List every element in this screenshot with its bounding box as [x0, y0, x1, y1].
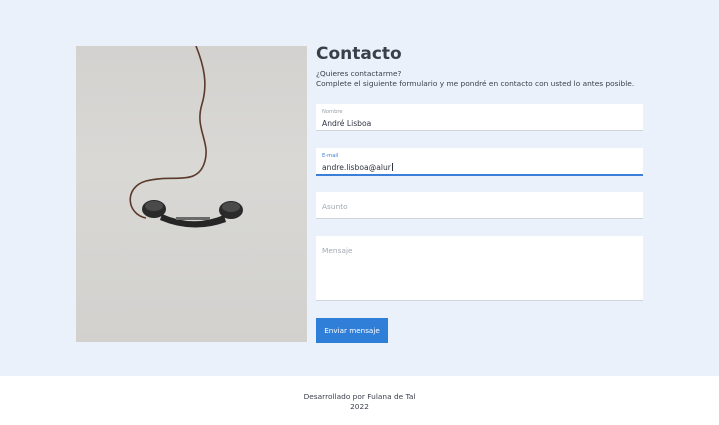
footer-credit: Desarrollado por Fulana de Tal — [303, 392, 416, 401]
email-field-value-wrap: andre.lisboa@alur — [322, 163, 393, 172]
message-textarea[interactable]: Mensaje — [316, 236, 643, 301]
telephone-photo — [76, 46, 307, 342]
telephone-handset-illustration — [129, 46, 243, 228]
footer: Desarrollado por Fulana de Tal 2022 — [0, 376, 719, 425]
email-field-value: andre.lisboa@alur — [322, 163, 391, 172]
message-placeholder: Mensaje — [322, 246, 353, 255]
name-field-label: Nombre — [322, 109, 343, 115]
subject-field[interactable]: Asunto — [316, 192, 643, 219]
intro-description: Complete el siguiente formulario y me po… — [316, 79, 635, 88]
intro-question: ¿Quieres contactarme? — [316, 69, 402, 78]
intro-text: ¿Quieres contactarme? Complete el siguie… — [316, 69, 656, 89]
page-title: Contacto — [316, 44, 402, 64]
send-message-button[interactable]: Enviar mensaje — [316, 318, 388, 343]
name-field[interactable]: Nombre André Lisboa — [316, 104, 643, 131]
footer-year: 2022 — [350, 402, 369, 411]
text-caret — [391, 163, 393, 171]
email-field[interactable]: E-mail andre.lisboa@alur — [316, 148, 643, 176]
main-section: Contacto ¿Quieres contactarme? Complete … — [0, 0, 719, 376]
name-field-value: André Lisboa — [322, 119, 372, 128]
subject-placeholder: Asunto — [322, 202, 348, 211]
email-field-label: E-mail — [322, 153, 339, 159]
